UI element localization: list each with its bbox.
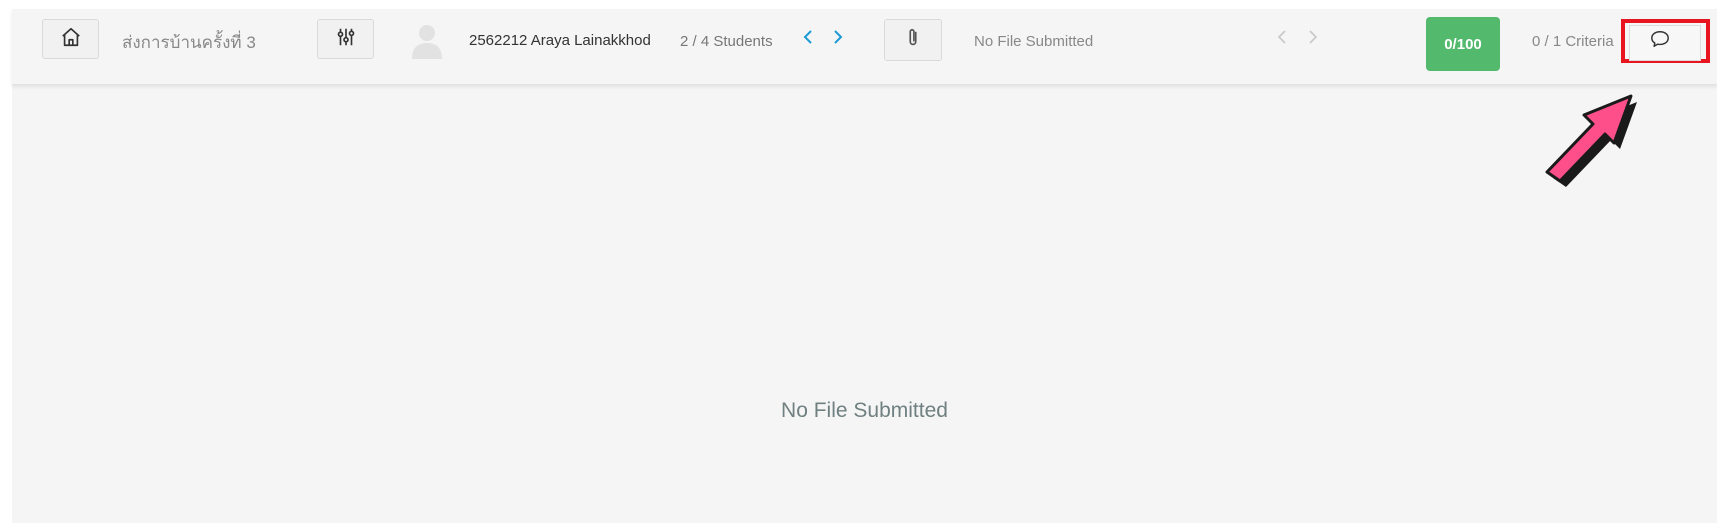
assignment-title: ส่งการบ้านครั้งที่ 3 <box>122 33 256 52</box>
user-avatar-icon <box>407 19 447 59</box>
next-student-button[interactable] <box>831 29 845 50</box>
file-status: No File Submitted <box>974 33 1094 50</box>
previous-student-button[interactable] <box>801 29 815 50</box>
grader-frame: ส่งการบ้านครั้งที่ 3 2562212 Araya Laina… <box>12 9 1717 523</box>
paperclip-icon <box>903 27 923 54</box>
previous-file-button[interactable] <box>1275 29 1289 50</box>
chevron-right-icon <box>832 29 844 50</box>
student-count: 2 / 4 Students <box>680 33 773 50</box>
pointer-arrow-icon <box>1530 82 1640 202</box>
student-name: 2562212 Araya Lainakkhod <box>469 32 651 49</box>
home-icon <box>60 26 82 53</box>
no-file-message: No File Submitted <box>781 399 948 422</box>
attachment-button[interactable] <box>884 19 942 61</box>
comment-button[interactable] <box>1621 19 1710 63</box>
home-button[interactable] <box>42 19 99 59</box>
score-button[interactable]: 0/100 <box>1426 17 1500 71</box>
filter-settings-button[interactable] <box>317 19 374 59</box>
sliders-icon <box>335 26 357 53</box>
comment-icon <box>1649 29 1671 54</box>
chevron-left-icon <box>802 29 814 50</box>
next-file-button[interactable] <box>1306 29 1320 50</box>
chevron-left-icon <box>1276 29 1288 50</box>
chevron-right-icon <box>1307 29 1319 50</box>
top-toolbar: ส่งการบ้านครั้งที่ 3 2562212 Araya Laina… <box>12 9 1717 85</box>
criteria-count: 0 / 1 Criteria <box>1532 33 1614 50</box>
